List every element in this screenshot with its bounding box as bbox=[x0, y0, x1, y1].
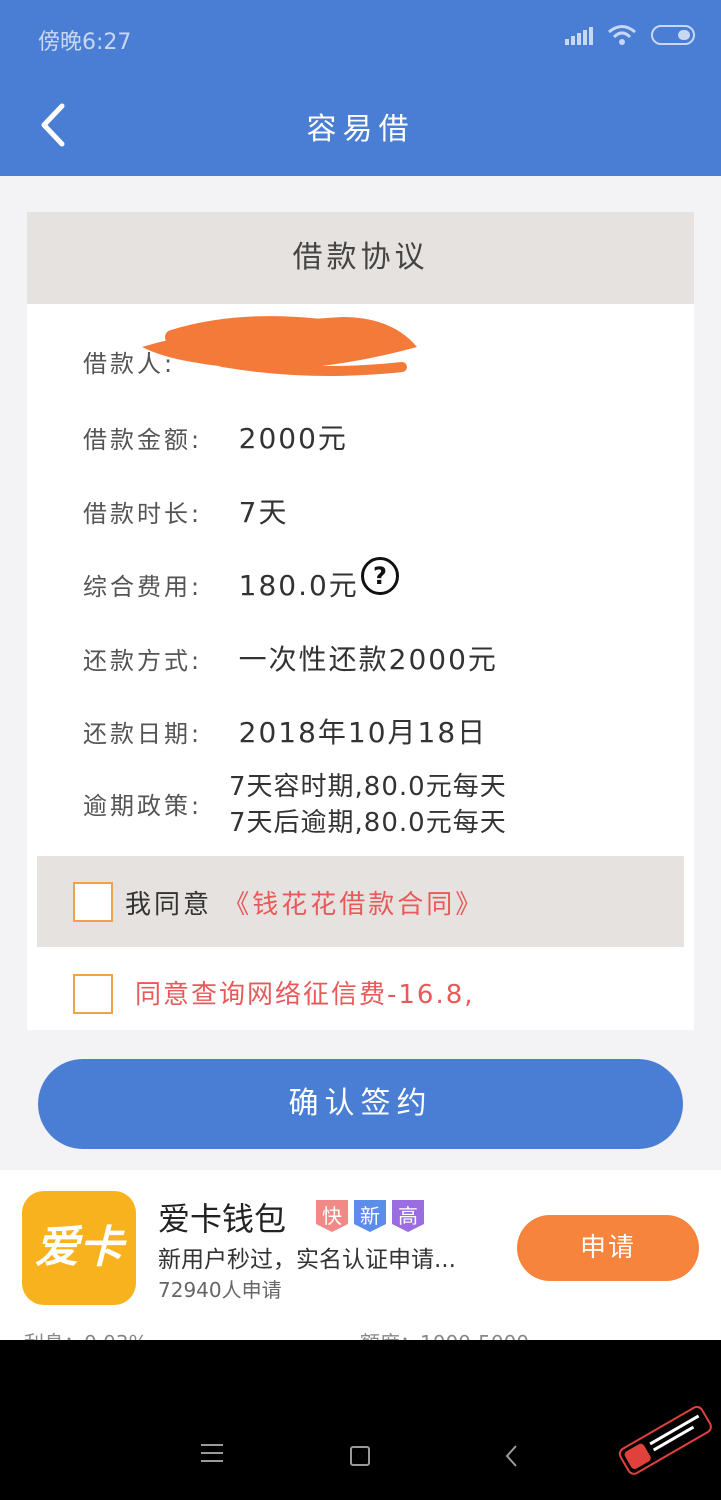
signal-icon bbox=[565, 25, 593, 45]
badge-high: 高 bbox=[392, 1200, 424, 1232]
page-title: 容易借 bbox=[306, 112, 415, 147]
repay-date-value: 2018年10月18日 bbox=[238, 716, 488, 749]
overdue-row: 逾期政策: bbox=[83, 786, 231, 821]
ad-applicant-count: 72940人申请 bbox=[158, 1278, 282, 1302]
agree-label: 我同意 bbox=[125, 890, 213, 920]
ad-banner[interactable]: 爱卡 爱卡钱包 快 新 高 新用户秒过，实名认证申请... 72940人申请 申… bbox=[0, 1170, 721, 1342]
agree-contract-box: 我同意 《钱花花借款合同》 bbox=[37, 856, 684, 947]
home-icon[interactable] bbox=[350, 1446, 370, 1466]
duration-label: 借款时长: bbox=[83, 500, 203, 528]
agreement-header: 借款协议 bbox=[27, 212, 694, 304]
repay-date-row: 还款日期: 2018年10月18日 bbox=[83, 711, 487, 751]
status-icons bbox=[565, 24, 695, 46]
question-circle-icon[interactable]: ? bbox=[361, 557, 399, 595]
ad-description: 新用户秒过，实名认证申请... bbox=[158, 1247, 456, 1273]
duration-row: 借款时长: 7天 bbox=[83, 491, 288, 531]
apply-button[interactable]: 申请 bbox=[517, 1215, 699, 1281]
amount-value: 2000元 bbox=[238, 422, 348, 455]
agreement-card: 借款协议 借款人: 借款金额: 2000元 借款时长: 7天 综合费用: 180… bbox=[27, 212, 694, 1030]
credit-query-text: 同意查询网络征信费-16.8, bbox=[135, 980, 475, 1010]
overdue-line-2: 7天后逾期,80.0元每天 bbox=[229, 808, 507, 838]
menu-icon[interactable] bbox=[201, 1444, 223, 1462]
app-bar: 傍晚6:27 容易借 bbox=[0, 0, 721, 176]
amount-row: 借款金额: 2000元 bbox=[83, 417, 348, 457]
watermark-logo bbox=[618, 1405, 712, 1475]
status-time: 傍晚6:27 bbox=[38, 30, 132, 55]
ad-logo: 爱卡 bbox=[22, 1191, 136, 1305]
redaction-scribble bbox=[142, 316, 417, 376]
fee-value: 180.0元 bbox=[238, 569, 359, 602]
ad-badges: 快 新 高 bbox=[316, 1200, 424, 1232]
overdue-line-1: 7天容时期,80.0元每天 bbox=[229, 772, 507, 802]
badge-new: 新 bbox=[354, 1200, 386, 1232]
overdue-label: 逾期政策: bbox=[83, 792, 203, 820]
nav-back-icon[interactable] bbox=[504, 1444, 520, 1468]
amount-label: 借款金额: bbox=[83, 426, 203, 454]
agree-contract-checkbox[interactable] bbox=[73, 882, 113, 922]
fee-row: 综合费用: 180.0元 bbox=[83, 564, 359, 604]
agree-text: 我同意 《钱花花借款合同》 bbox=[125, 884, 484, 921]
confirm-sign-button[interactable]: 确认签约 bbox=[38, 1059, 683, 1149]
wifi-icon bbox=[608, 25, 636, 45]
repay-method-row: 还款方式: 一次性还款2000元 bbox=[83, 638, 498, 678]
repay-date-label: 还款日期: bbox=[83, 720, 203, 748]
ad-name: 爱卡钱包 bbox=[158, 1200, 287, 1238]
contract-link[interactable]: 《钱花花借款合同》 bbox=[223, 890, 484, 920]
battery-icon bbox=[651, 25, 695, 45]
badge-fast: 快 bbox=[316, 1200, 348, 1232]
duration-value: 7天 bbox=[238, 496, 289, 529]
credit-query-checkbox[interactable] bbox=[73, 974, 113, 1014]
repay-method-label: 还款方式: bbox=[83, 647, 203, 675]
repay-method-value: 一次性还款2000元 bbox=[238, 643, 498, 676]
fee-label: 综合费用: bbox=[83, 573, 203, 601]
